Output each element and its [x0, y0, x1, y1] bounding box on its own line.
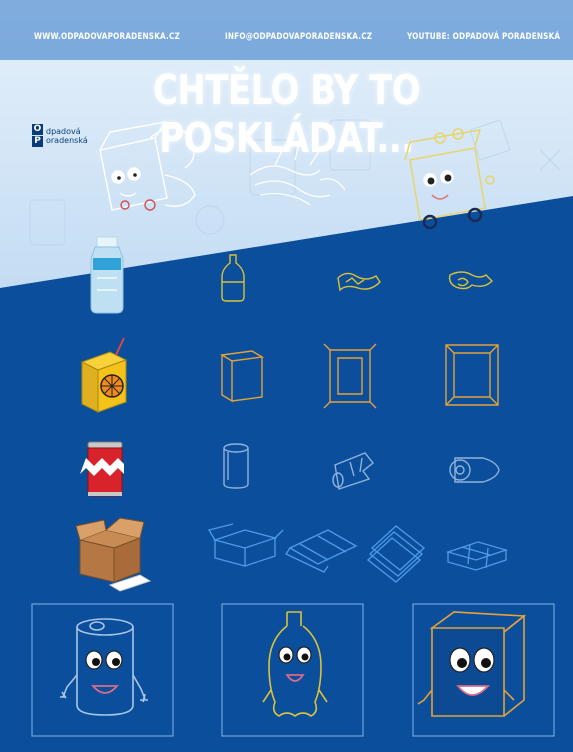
illustrations: [31, 121, 555, 737]
soda-can-icon: [80, 441, 124, 497]
bottle-outline-icon: [221, 254, 245, 302]
overflowing-bin-sketch-icon: [99, 121, 196, 211]
carton-box-icon: [219, 350, 265, 403]
box-flat-icon: [285, 529, 358, 573]
carton-flattening-icon: [323, 343, 377, 409]
sheets-tied-icon: [445, 541, 509, 571]
juice-carton-icon: [80, 337, 128, 413]
box-unfolding-icon: [207, 523, 284, 567]
plastic-bottle-icon: [90, 236, 124, 314]
bottle-character-card: [221, 603, 364, 737]
bottle-folded-icon: [448, 271, 493, 290]
carton-flat-icon: [445, 344, 499, 406]
cardboard-box-icon: [75, 517, 152, 592]
happy-bin-sketch-icon: [404, 128, 495, 230]
can-character-card: [31, 603, 174, 737]
carton-character-card: [412, 603, 555, 737]
sheets-stacked-icon: [366, 525, 426, 583]
poster: WWW.ODPADOVAPORADENSKA.CZ INFO@ODPADOVAP…: [0, 0, 573, 752]
can-outline-icon: [223, 443, 249, 489]
can-flattened-icon: [449, 457, 500, 483]
bottle-crushed-icon: [337, 272, 381, 292]
can-crushed-icon: [332, 452, 374, 490]
hands-folding-sketch-icon: [249, 139, 346, 206]
